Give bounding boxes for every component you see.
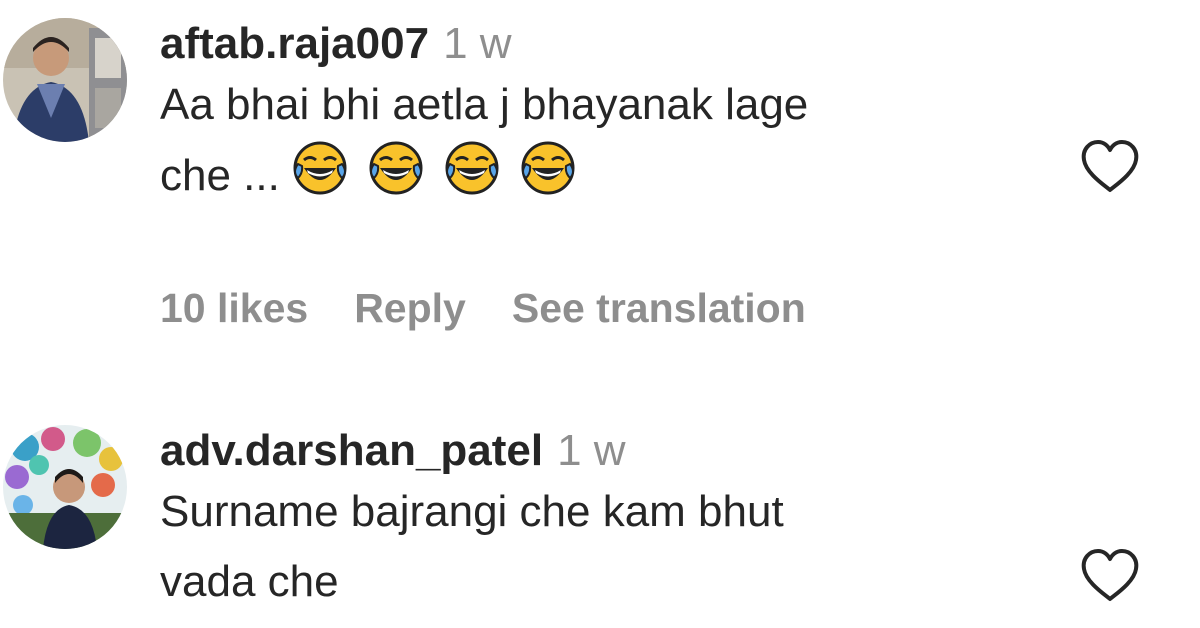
- avatar-image: [3, 18, 127, 142]
- avatar[interactable]: [3, 18, 127, 142]
- comment-body: aftab.raja007 1 w Aa bhai bhi aetla j bha…: [160, 18, 1060, 217]
- comment-text-line: che ...: [160, 140, 1060, 217]
- comment-text-line: Aa bhai bhi aetla j bhayanak lage: [160, 80, 809, 129]
- heart-outline-icon[interactable]: [1078, 545, 1142, 605]
- comment-actions: 10 likes Reply See translation: [160, 284, 852, 332]
- timestamp[interactable]: 1 w: [557, 426, 625, 475]
- comment-item: adv.darshan_patel 1 w Surname bajrangi ch…: [0, 425, 1200, 628]
- comment-header: adv.darshan_patel 1 w: [160, 425, 1060, 477]
- comment-text-fragment: che ...: [160, 151, 280, 200]
- avatar-image: [3, 425, 127, 549]
- timestamp[interactable]: 1 w: [443, 19, 511, 68]
- face-with-tears-of-joy-icon: [444, 140, 500, 196]
- face-with-tears-of-joy-icon: [368, 140, 424, 196]
- comment-item: aftab.raja007 1 w Aa bhai bhi aetla j bha…: [0, 18, 1200, 348]
- likes-count[interactable]: 10 likes: [160, 285, 308, 331]
- avatar[interactable]: [3, 425, 127, 549]
- username[interactable]: aftab.raja007: [160, 19, 429, 68]
- comment-header: aftab.raja007 1 w: [160, 18, 1060, 70]
- username[interactable]: adv.darshan_patel: [160, 426, 543, 475]
- heart-outline-icon[interactable]: [1078, 136, 1142, 196]
- see-translation-button[interactable]: See translation: [512, 285, 806, 331]
- reply-button[interactable]: Reply: [354, 285, 466, 331]
- emoji-group: [292, 140, 596, 217]
- comment-body: adv.darshan_patel 1 w Surname bajrangi ch…: [160, 425, 1060, 617]
- comments-list: aftab.raja007 1 w Aa bhai bhi aetla j bha…: [0, 0, 1200, 628]
- comment-text-line: vada che: [160, 557, 339, 606]
- comment-text-line: Surname bajrangi che kam bhut: [160, 487, 784, 536]
- face-with-tears-of-joy-icon: [520, 140, 576, 196]
- face-with-tears-of-joy-icon: [292, 140, 348, 196]
